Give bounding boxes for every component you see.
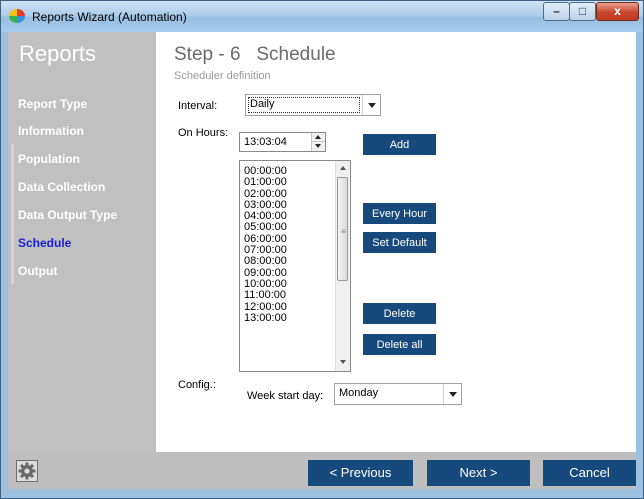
- interval-value: Daily: [250, 98, 275, 110]
- sidebar-item-information[interactable]: Information: [18, 124, 84, 138]
- page-subtitle: Scheduler definition: [174, 70, 271, 82]
- interval-select[interactable]: Daily: [245, 94, 381, 116]
- on-hours-label: On Hours:: [178, 127, 229, 139]
- cancel-button[interactable]: Cancel: [543, 460, 636, 486]
- sidebar-item-output[interactable]: Output: [18, 264, 57, 278]
- minimize-icon: –: [553, 4, 560, 18]
- close-icon: x: [614, 4, 621, 18]
- list-item[interactable]: 01:00:00: [240, 177, 335, 188]
- every-hour-button-label: Every Hour: [371, 207, 428, 220]
- week-start-label: Week start day:: [247, 390, 324, 402]
- set-default-button[interactable]: Set Default: [363, 232, 436, 253]
- sidebar-item-schedule[interactable]: Schedule: [18, 236, 71, 250]
- wizard-content: Reports Report Type Information Populati…: [8, 32, 636, 489]
- footer-bar: < Previous Next > Cancel: [8, 452, 636, 489]
- sidebar-item-population[interactable]: Population: [18, 152, 80, 166]
- next-button-label: Next >: [459, 465, 498, 480]
- list-item[interactable]: 13:00:00: [240, 312, 335, 324]
- interval-label: Interval:: [178, 100, 218, 112]
- hours-list[interactable]: 00:00:00 01:00:00 02:00:00 03:00:00 04:00:00…: [239, 160, 351, 372]
- rainbow-pie-icon: [9, 9, 25, 23]
- gear-icon: [18, 462, 36, 480]
- add-button[interactable]: Add: [363, 134, 436, 155]
- previous-button[interactable]: < Previous: [308, 460, 413, 486]
- list-item[interactable]: 08:00:00: [240, 256, 335, 267]
- spinner-divider: [312, 141, 325, 142]
- sidebar-divider: [11, 144, 14, 284]
- set-default-button-label: Set Default: [372, 236, 427, 249]
- window-title: Reports Wizard (Automation): [32, 10, 187, 24]
- wizard-window: Reports Wizard (Automation) – □ x Report…: [0, 0, 644, 499]
- delete-button-label: Delete: [383, 307, 416, 320]
- scroll-thumb[interactable]: ≡: [337, 177, 348, 281]
- hours-list-items: 00:00:00 01:00:00 02:00:00 03:00:00 04:00:00…: [240, 165, 335, 324]
- maximize-icon: □: [578, 4, 587, 18]
- time-spinner[interactable]: 13:03:04: [239, 132, 326, 152]
- hours-list-scrollbar[interactable]: ≡: [335, 161, 350, 371]
- week-start-value: Monday: [339, 387, 379, 399]
- previous-button-label: < Previous: [329, 465, 392, 480]
- sidebar-title: Reports: [19, 41, 97, 66]
- add-button-label: Add: [389, 138, 410, 151]
- sidebar-item-data-output-type[interactable]: Data Output Type: [18, 208, 117, 222]
- spinner-buttons[interactable]: [311, 133, 325, 151]
- next-button[interactable]: Next >: [427, 460, 530, 486]
- chevron-down-icon[interactable]: [443, 384, 461, 404]
- maximize-button[interactable]: □: [569, 2, 596, 21]
- sidebar: Reports Report Type Information Populati…: [8, 32, 156, 452]
- every-hour-button[interactable]: Every Hour: [363, 203, 436, 224]
- grip-icon: ≡: [341, 227, 346, 236]
- sidebar-item-data-collection[interactable]: Data Collection: [18, 180, 105, 194]
- delete-button[interactable]: Delete: [363, 303, 436, 324]
- sidebar-item-report-type[interactable]: Report Type: [18, 97, 87, 111]
- page-title: Step - 6 Schedule: [174, 44, 336, 65]
- list-item[interactable]: 11:00:00: [240, 290, 335, 301]
- title-bar[interactable]: Reports Wizard (Automation) – □ x: [1, 1, 643, 32]
- week-start-select[interactable]: Monday: [334, 383, 462, 405]
- delete-all-button[interactable]: Delete all: [363, 334, 436, 355]
- time-value: 13:03:04: [244, 136, 287, 148]
- chevron-down-icon[interactable]: [362, 95, 380, 115]
- config-label: Config.:: [178, 379, 216, 391]
- delete-all-button-label: Delete all: [376, 338, 423, 351]
- minimize-button[interactable]: –: [543, 2, 570, 21]
- settings-button[interactable]: [16, 460, 38, 482]
- close-button[interactable]: x: [596, 2, 639, 21]
- cancel-button-label: Cancel: [569, 465, 610, 480]
